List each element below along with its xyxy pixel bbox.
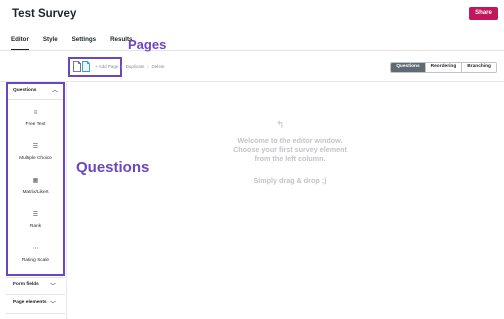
page-actions: + Add Page | Duplicate | Delete <box>95 64 165 69</box>
question-type-rank[interactable]: ☰ Rank <box>8 212 63 229</box>
questions-annotation: Questions <box>76 159 150 176</box>
form-fields-section-header[interactable]: Form fields <box>13 282 39 287</box>
survey-title: Test Survey <box>12 8 77 20</box>
free-text-icon: ≡ <box>33 110 38 116</box>
question-type-label: Rank <box>29 224 42 229</box>
multiple-choice-icon: ☰ <box>32 144 39 150</box>
empty-state-line: Choose your first survey element <box>233 145 347 154</box>
separator: | <box>121 64 123 69</box>
tab-editor[interactable]: Editor <box>11 36 29 50</box>
question-type-free-text[interactable]: ≡ Free Text <box>8 110 63 127</box>
page-2-icon[interactable] <box>82 61 90 72</box>
view-toggle: Questions Reordering Branching <box>390 62 497 73</box>
delete-page-link[interactable]: Delete <box>152 64 165 69</box>
question-type-label: Rating Scale <box>21 258 50 263</box>
tab-settings[interactable]: Settings <box>72 36 96 50</box>
questions-section-header[interactable]: Questions <box>13 88 36 93</box>
section-divider <box>6 294 65 295</box>
editor-tabs: Editor Style Settings Results <box>11 36 146 50</box>
question-type-matrix[interactable]: ▦ Matrix/Likert <box>8 178 63 195</box>
matrix-icon: ▦ <box>32 178 39 184</box>
chevron-down-icon[interactable]: ﹀ <box>50 281 56 290</box>
page-1-icon[interactable] <box>73 61 81 72</box>
add-page-link[interactable]: + Add Page <box>95 64 118 69</box>
tab-style[interactable]: Style <box>43 36 58 50</box>
empty-state-line: from the left column. <box>254 154 326 163</box>
question-type-rating-scale[interactable]: ⋯ Rating Scale <box>8 246 63 263</box>
section-divider <box>8 99 63 100</box>
question-type-label: Matrix/Likert <box>22 190 49 195</box>
sidebar-border <box>66 82 67 319</box>
question-type-multiple-choice[interactable]: ☰ Multiple Choice <box>8 144 63 161</box>
separator: | <box>147 64 149 69</box>
view-reordering-button[interactable]: Reordering <box>425 63 463 72</box>
pages-annotation: Pages <box>128 37 167 52</box>
tabs-divider <box>0 50 504 51</box>
share-button[interactable]: Share <box>469 7 498 20</box>
section-divider <box>6 313 65 314</box>
toolbar-divider <box>0 81 504 82</box>
duplicate-page-link[interactable]: Duplicate <box>126 64 145 69</box>
question-type-label: Multiple Choice <box>19 156 52 161</box>
empty-state-hint: Simply drag & drop ;) <box>253 176 327 185</box>
view-branching-button[interactable]: Branching <box>462 63 496 72</box>
empty-state-line: Welcome to the editor window. <box>237 136 343 145</box>
chevron-down-icon[interactable]: ﹀ <box>50 299 56 308</box>
chevron-up-icon[interactable]: ︿ <box>52 85 58 94</box>
view-questions-button[interactable]: Questions <box>391 63 426 72</box>
section-divider <box>6 277 65 278</box>
rating-scale-icon: ⋯ <box>32 246 39 252</box>
question-type-label: Free Text <box>25 122 46 127</box>
rank-icon: ☰ <box>32 212 39 218</box>
empty-state-message: Welcome to the editor window. Choose you… <box>200 136 380 163</box>
arrow-left-icon: ↰ <box>276 120 285 131</box>
page-elements-section-header[interactable]: Page elements <box>13 300 47 305</box>
